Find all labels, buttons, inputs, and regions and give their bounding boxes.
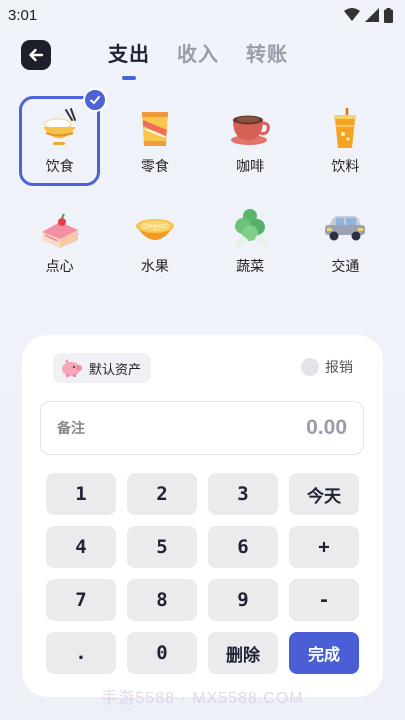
- orange-icon: [135, 219, 174, 240]
- key-8[interactable]: 8: [127, 579, 197, 621]
- category-label: 水果: [140, 259, 169, 275]
- status-time: 3:01: [8, 6, 38, 24]
- category-drink[interactable]: 饮料: [298, 92, 393, 188]
- category-label: 蔬菜: [236, 259, 265, 275]
- key-delete[interactable]: 删除: [208, 632, 278, 674]
- asset-selector[interactable]: 默认资产: [53, 353, 152, 383]
- category-label: 咖啡: [236, 159, 265, 175]
- entry-panel: 默认资产 报销 备注 0.00 1 2 3 今天 4 5 6 + 7 8 9 -…: [22, 335, 383, 697]
- drink-cup-icon: [334, 108, 357, 148]
- category-label: 点心: [45, 259, 74, 275]
- coffee-cup-icon: [231, 115, 270, 145]
- key-decimal[interactable]: .: [46, 632, 116, 674]
- wifi-icon: [344, 8, 360, 21]
- tab-transfer[interactable]: 转账: [246, 38, 288, 72]
- back-arrow-icon: [29, 48, 44, 62]
- piggy-bank-icon: [62, 359, 82, 377]
- category-grid: 饮食 零食 咖啡 饮料 点心 水果 蔬菜 交通: [12, 88, 393, 296]
- tab-expense[interactable]: 支出: [108, 38, 150, 80]
- asset-label: 默认资产: [89, 362, 142, 378]
- watermark: 手游5588 · MX5588.COM: [101, 690, 304, 707]
- checkmark-icon: [90, 96, 100, 104]
- header: 支出 收入 转账: [0, 36, 405, 86]
- key-0[interactable]: 0: [127, 632, 197, 674]
- category-vegetable[interactable]: 蔬菜: [203, 188, 298, 296]
- category-dessert[interactable]: 点心: [12, 188, 107, 296]
- battery-icon: [384, 7, 393, 23]
- tab-income[interactable]: 收入: [177, 38, 219, 72]
- category-label: 饮料: [331, 159, 360, 175]
- key-2[interactable]: 2: [127, 473, 197, 515]
- type-tabs: 支出 收入 转账: [108, 38, 288, 80]
- tab-expense-label: 支出: [108, 42, 150, 66]
- car-icon: [325, 216, 366, 241]
- note-amount-field[interactable]: 备注 0.00: [40, 401, 364, 455]
- cellular-signal-icon: [365, 8, 379, 22]
- tab-transfer-label: 转账: [246, 42, 288, 66]
- key-7[interactable]: 7: [46, 579, 116, 621]
- key-4[interactable]: 4: [46, 526, 116, 568]
- key-1[interactable]: 1: [46, 473, 116, 515]
- category-transport[interactable]: 交通: [298, 188, 393, 296]
- tab-active-indicator: [122, 76, 136, 80]
- cake-icon: [41, 213, 78, 248]
- key-plus[interactable]: +: [289, 526, 359, 568]
- selected-check-badge: [83, 88, 107, 112]
- reimburse-label: 报销: [325, 360, 353, 376]
- reimburse-toggle[interactable]: 报销: [301, 357, 353, 377]
- back-button[interactable]: [21, 40, 51, 70]
- reimburse-radio[interactable]: [301, 358, 319, 376]
- rice-bowl-icon: [42, 108, 76, 145]
- keypad: 1 2 3 今天 4 5 6 + 7 8 9 - . 0 删除 完成: [46, 473, 359, 674]
- done-button[interactable]: 完成: [289, 632, 359, 674]
- category-label: 零食: [140, 159, 169, 175]
- key-minus[interactable]: -: [289, 579, 359, 621]
- key-9[interactable]: 9: [208, 579, 278, 621]
- note-label: 备注: [57, 421, 85, 437]
- category-coffee[interactable]: 咖啡: [203, 92, 298, 188]
- tab-income-label: 收入: [177, 42, 219, 66]
- key-3[interactable]: 3: [208, 473, 278, 515]
- status-icons: [344, 7, 393, 23]
- snack-bag-icon: [141, 112, 168, 146]
- key-6[interactable]: 6: [208, 526, 278, 568]
- amount-display: 0.00: [306, 416, 347, 439]
- category-fruit[interactable]: 水果: [107, 188, 202, 296]
- category-label: 交通: [331, 259, 360, 275]
- key-today[interactable]: 今天: [289, 473, 359, 515]
- key-5[interactable]: 5: [127, 526, 197, 568]
- vegetable-icon: [234, 209, 269, 248]
- category-food[interactable]: 饮食: [12, 88, 107, 188]
- category-snack[interactable]: 零食: [107, 92, 202, 188]
- status-bar: 3:01: [0, 0, 405, 30]
